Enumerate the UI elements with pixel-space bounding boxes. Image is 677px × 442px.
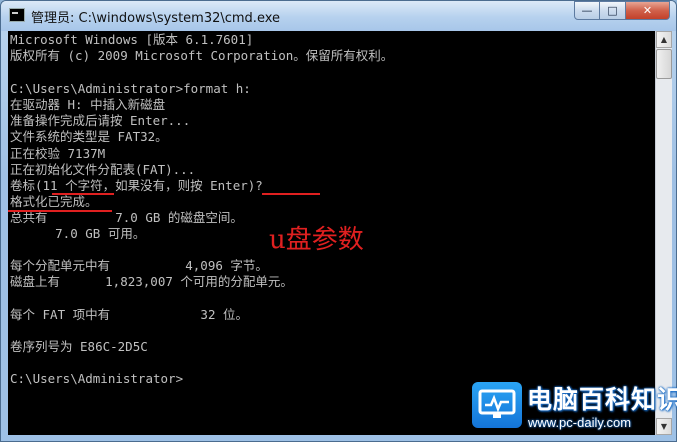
console-line: 总共有 7.0 GB 的磁盘空间。 xyxy=(10,210,243,225)
annotation-underline-format-done xyxy=(8,210,112,212)
close-icon: ✕ xyxy=(642,4,653,17)
console-line: 格式化已完成。 xyxy=(10,194,98,209)
annotation-underline-volume-label xyxy=(52,193,114,195)
console-line: 正在校验 7137M xyxy=(10,146,106,161)
console-line: 文件系统的类型是 FAT32。 xyxy=(10,129,168,144)
console-line: Microsoft Windows [版本 6.1.7601] xyxy=(10,32,254,47)
pc-daily-logo-icon xyxy=(472,382,522,428)
minimize-icon: — xyxy=(581,4,593,17)
watermark-name: 电脑百科知识 xyxy=(527,385,677,414)
watermark-url: www.pc-daily.com xyxy=(528,415,632,430)
title-bar[interactable]: 管理员: C:\windows\system32\cmd.exe — □ ✕ xyxy=(1,1,676,31)
watermark: 电脑百科知识 www.pc-daily.com xyxy=(472,380,677,438)
console-line: 7.0 GB 可用。 xyxy=(10,226,146,241)
maximize-icon: □ xyxy=(607,4,618,17)
console-line: 磁盘上有 1,823,007 个可用的分配单元。 xyxy=(10,274,293,289)
window-controls: — □ ✕ xyxy=(574,1,670,21)
console-line: 准备操作完成后请按 Enter... xyxy=(10,113,191,128)
annotation-label: u盘参数 xyxy=(269,225,364,255)
console-line: 在驱动器 H: 中插入新磁盘 xyxy=(10,97,166,112)
annotation-underline-enter xyxy=(262,193,320,195)
close-button[interactable]: ✕ xyxy=(626,1,670,20)
maximize-button[interactable]: □ xyxy=(600,1,626,20)
console-line: C:\Users\Administrator> xyxy=(10,371,184,386)
vertical-scrollbar[interactable]: ▲ ▼ xyxy=(655,31,672,435)
console-line: 版权所有 (c) 2009 Microsoft Corporation。保留所有… xyxy=(10,48,394,63)
console-line: C:\Users\Administrator>format h: xyxy=(10,81,251,96)
minimize-button[interactable]: — xyxy=(574,1,600,20)
cmd-app-icon[interactable] xyxy=(9,8,25,22)
console-line: 每个 FAT 项中有 32 位。 xyxy=(10,307,249,322)
window-title: 管理员: C:\windows\system32\cmd.exe xyxy=(31,11,280,26)
scroll-thumb[interactable] xyxy=(656,49,672,79)
console-line: 卷序列号为 E86C-2D5C xyxy=(10,339,148,354)
console-line: 每个分配单元中有 4,096 字节。 xyxy=(10,258,268,273)
scroll-up-button[interactable]: ▲ xyxy=(656,31,672,48)
console-line: 正在初始化文件分配表(FAT)... xyxy=(10,162,196,177)
console-line: 卷标(11 个字符，如果没有，则按 Enter)? xyxy=(10,178,263,193)
